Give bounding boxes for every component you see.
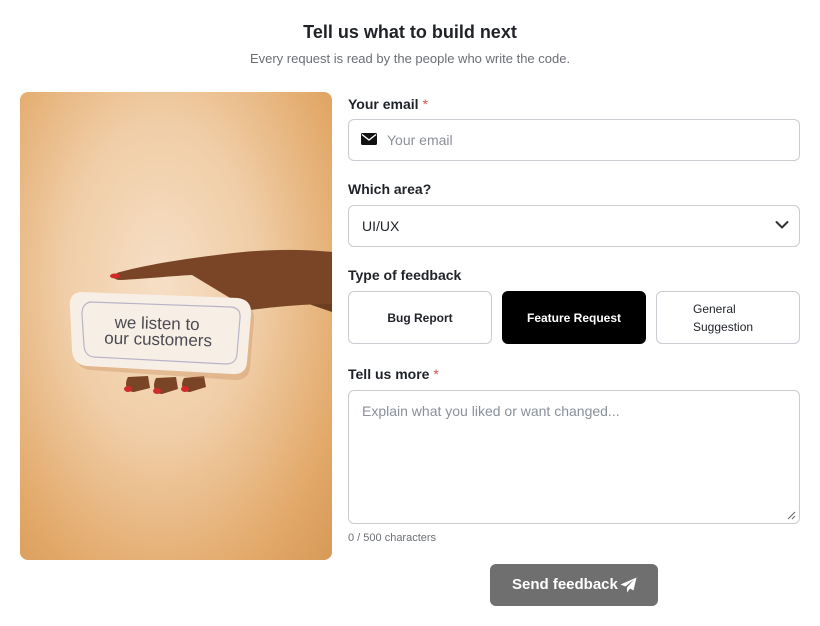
required-asterisk: * xyxy=(433,366,439,382)
send-feedback-button[interactable]: Send feedback xyxy=(490,564,658,606)
envelope-icon xyxy=(361,133,377,145)
option-bug-report[interactable]: Bug Report xyxy=(348,291,492,344)
chevron-down-icon xyxy=(775,221,789,229)
hand-holding-sign-illustration: we listen to our customers xyxy=(69,249,332,394)
details-textarea[interactable] xyxy=(349,391,799,523)
details-textarea-container xyxy=(348,390,800,524)
required-asterisk: * xyxy=(422,96,428,112)
area-select[interactable]: UI/UX xyxy=(348,205,800,247)
feedback-type-label: Type of feedback xyxy=(348,267,462,283)
email-field[interactable] xyxy=(348,119,800,161)
sign-text-line2: our customers xyxy=(104,329,212,351)
page-subtitle: Every request is read by the people who … xyxy=(249,51,571,66)
hero-photo: we listen to our customers xyxy=(20,92,332,560)
option-general-suggestion[interactable]: General Suggestion xyxy=(656,291,800,344)
email-label: Your email * xyxy=(348,96,428,112)
area-selected-value: UI/UX xyxy=(362,218,400,234)
email-input[interactable] xyxy=(387,120,787,160)
page-title: Tell us what to build next xyxy=(303,22,517,42)
details-label: Tell us more * xyxy=(348,366,439,382)
character-counter: 0 / 500 characters xyxy=(348,532,437,544)
paper-plane-icon xyxy=(620,577,637,593)
option-feature-request[interactable]: Feature Request xyxy=(502,291,646,344)
area-label: Which area? xyxy=(348,181,432,197)
resize-grip-icon[interactable] xyxy=(787,511,796,520)
